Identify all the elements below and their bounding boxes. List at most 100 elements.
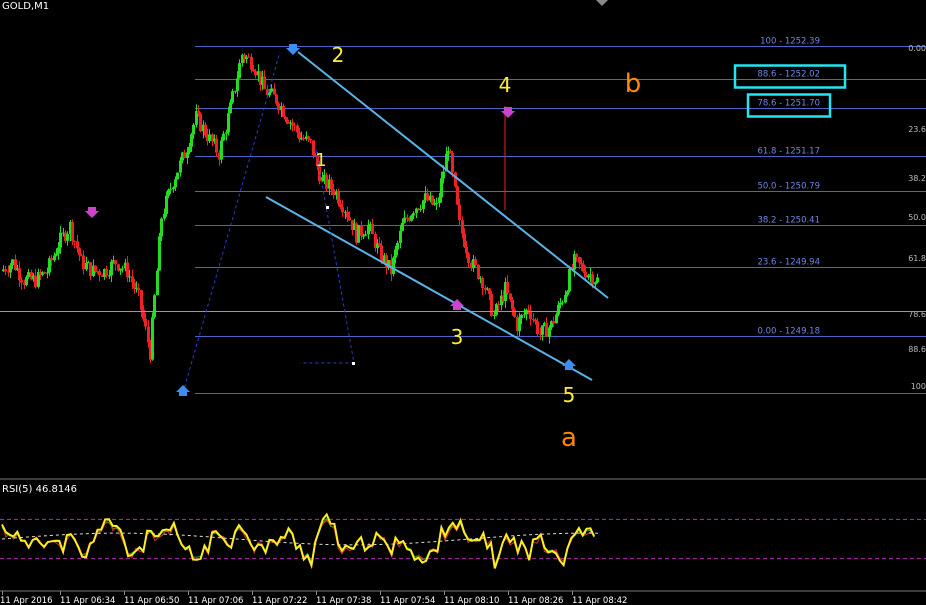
candle-body xyxy=(442,171,445,179)
candle-body xyxy=(98,271,101,276)
shift-marker xyxy=(596,0,608,6)
candle-body xyxy=(163,213,166,219)
time-label: 11 Apr 08:26 xyxy=(508,596,563,605)
right-axis-label: 61.8 xyxy=(908,254,926,263)
candle-body xyxy=(309,138,312,141)
candle-body xyxy=(509,293,512,300)
candle-body xyxy=(190,134,193,147)
candle-body xyxy=(4,269,7,272)
time-label: 11 Apr 06:50 xyxy=(124,596,179,605)
candle-body xyxy=(332,189,335,196)
candle-body xyxy=(82,255,85,270)
candle-body xyxy=(392,257,395,275)
candle-body xyxy=(506,282,509,294)
candle-body xyxy=(401,222,404,231)
candle-body xyxy=(449,151,452,153)
wave-label-5: 5 xyxy=(563,383,576,407)
candle-body xyxy=(293,125,296,127)
candle-body xyxy=(426,193,429,201)
candle-body xyxy=(360,224,363,236)
arrow-down-icon xyxy=(286,44,300,55)
candle-body xyxy=(566,291,569,295)
candle-body xyxy=(520,314,523,319)
candle-body xyxy=(403,217,406,223)
candle-body xyxy=(128,276,131,278)
candle-body xyxy=(71,221,74,242)
time-label: 11 Apr 07:06 xyxy=(188,596,243,605)
candle-body xyxy=(371,223,374,234)
time-label: 11 Apr 07:38 xyxy=(316,596,371,605)
candle-body xyxy=(275,94,278,104)
candle-body xyxy=(250,56,253,70)
candle-body xyxy=(587,275,590,278)
candle-body xyxy=(197,111,200,114)
candle-body xyxy=(66,234,69,241)
candle-body xyxy=(277,103,280,111)
candle-body xyxy=(174,179,177,188)
anchor-point xyxy=(326,206,329,209)
candle-body xyxy=(357,224,360,243)
candle-body xyxy=(208,134,211,142)
candle-body xyxy=(53,255,56,261)
candle-body xyxy=(186,152,189,159)
candle-body xyxy=(582,264,585,272)
candle-body xyxy=(183,152,186,159)
symbol-label: GOLD,M1 xyxy=(2,1,50,12)
fib-label: 50.0 - 1250.79 xyxy=(757,182,820,192)
candle-body xyxy=(199,113,202,132)
right-axis-label: 100 xyxy=(911,382,926,391)
candle-body xyxy=(518,318,521,332)
price-chart: 100 - 1252.39 88.6 - 1252.02 78.6 - 1251.7… xyxy=(0,0,926,605)
candle-body xyxy=(153,295,156,318)
candle-body xyxy=(291,122,294,126)
candle-body xyxy=(495,303,498,315)
channel-lower-line xyxy=(265,196,593,381)
fib-label: 23.6 - 1249.94 xyxy=(757,258,820,268)
candle-body xyxy=(564,294,567,303)
candle-body xyxy=(247,56,250,58)
wave-label-2: 2 xyxy=(332,43,345,67)
candle-body xyxy=(220,140,223,160)
candle-body xyxy=(236,78,239,91)
fib-label: 61.8 - 1251.17 xyxy=(757,147,820,157)
fib-label: 78.6 - 1251.70 xyxy=(757,99,820,109)
wave-label-3: 3 xyxy=(451,325,464,349)
candle-body xyxy=(121,268,124,270)
candle-body xyxy=(286,119,289,124)
candle-body xyxy=(85,262,88,270)
candle-body xyxy=(545,322,548,337)
candle-body xyxy=(451,152,454,173)
candle-body xyxy=(594,282,597,285)
candle-body xyxy=(94,265,97,272)
candle-body xyxy=(176,172,179,180)
candle-body xyxy=(105,268,108,276)
candle-body xyxy=(346,211,349,218)
candle-body xyxy=(380,245,383,262)
candle-body xyxy=(144,318,147,327)
candle-body xyxy=(57,247,60,254)
candle-body xyxy=(477,264,480,279)
candle-body xyxy=(188,146,191,153)
candle-body xyxy=(59,232,62,248)
fib-label: 100 - 1252.39 xyxy=(760,37,820,47)
wave-label-b: b xyxy=(625,69,642,99)
candle-body xyxy=(362,235,365,237)
candle-body xyxy=(463,233,466,247)
candle-body xyxy=(11,259,14,266)
channel-upper-line xyxy=(297,51,609,299)
candle-body xyxy=(337,191,340,204)
candle-body xyxy=(27,272,30,278)
wave-label-1: 1 xyxy=(315,150,326,171)
fib-label: 88.6 - 1252.02 xyxy=(757,70,820,80)
candle-body xyxy=(412,213,415,216)
candle-body xyxy=(110,261,113,276)
arrow-up-icon xyxy=(562,359,576,370)
time-label: 11 Apr 2016 xyxy=(0,596,53,605)
candle-body xyxy=(431,195,434,205)
candle-body xyxy=(580,262,583,265)
candle-body xyxy=(114,260,117,265)
candle-body xyxy=(541,325,544,335)
candle-body xyxy=(229,102,232,114)
candle-body xyxy=(578,257,581,263)
candle-body xyxy=(513,309,516,317)
